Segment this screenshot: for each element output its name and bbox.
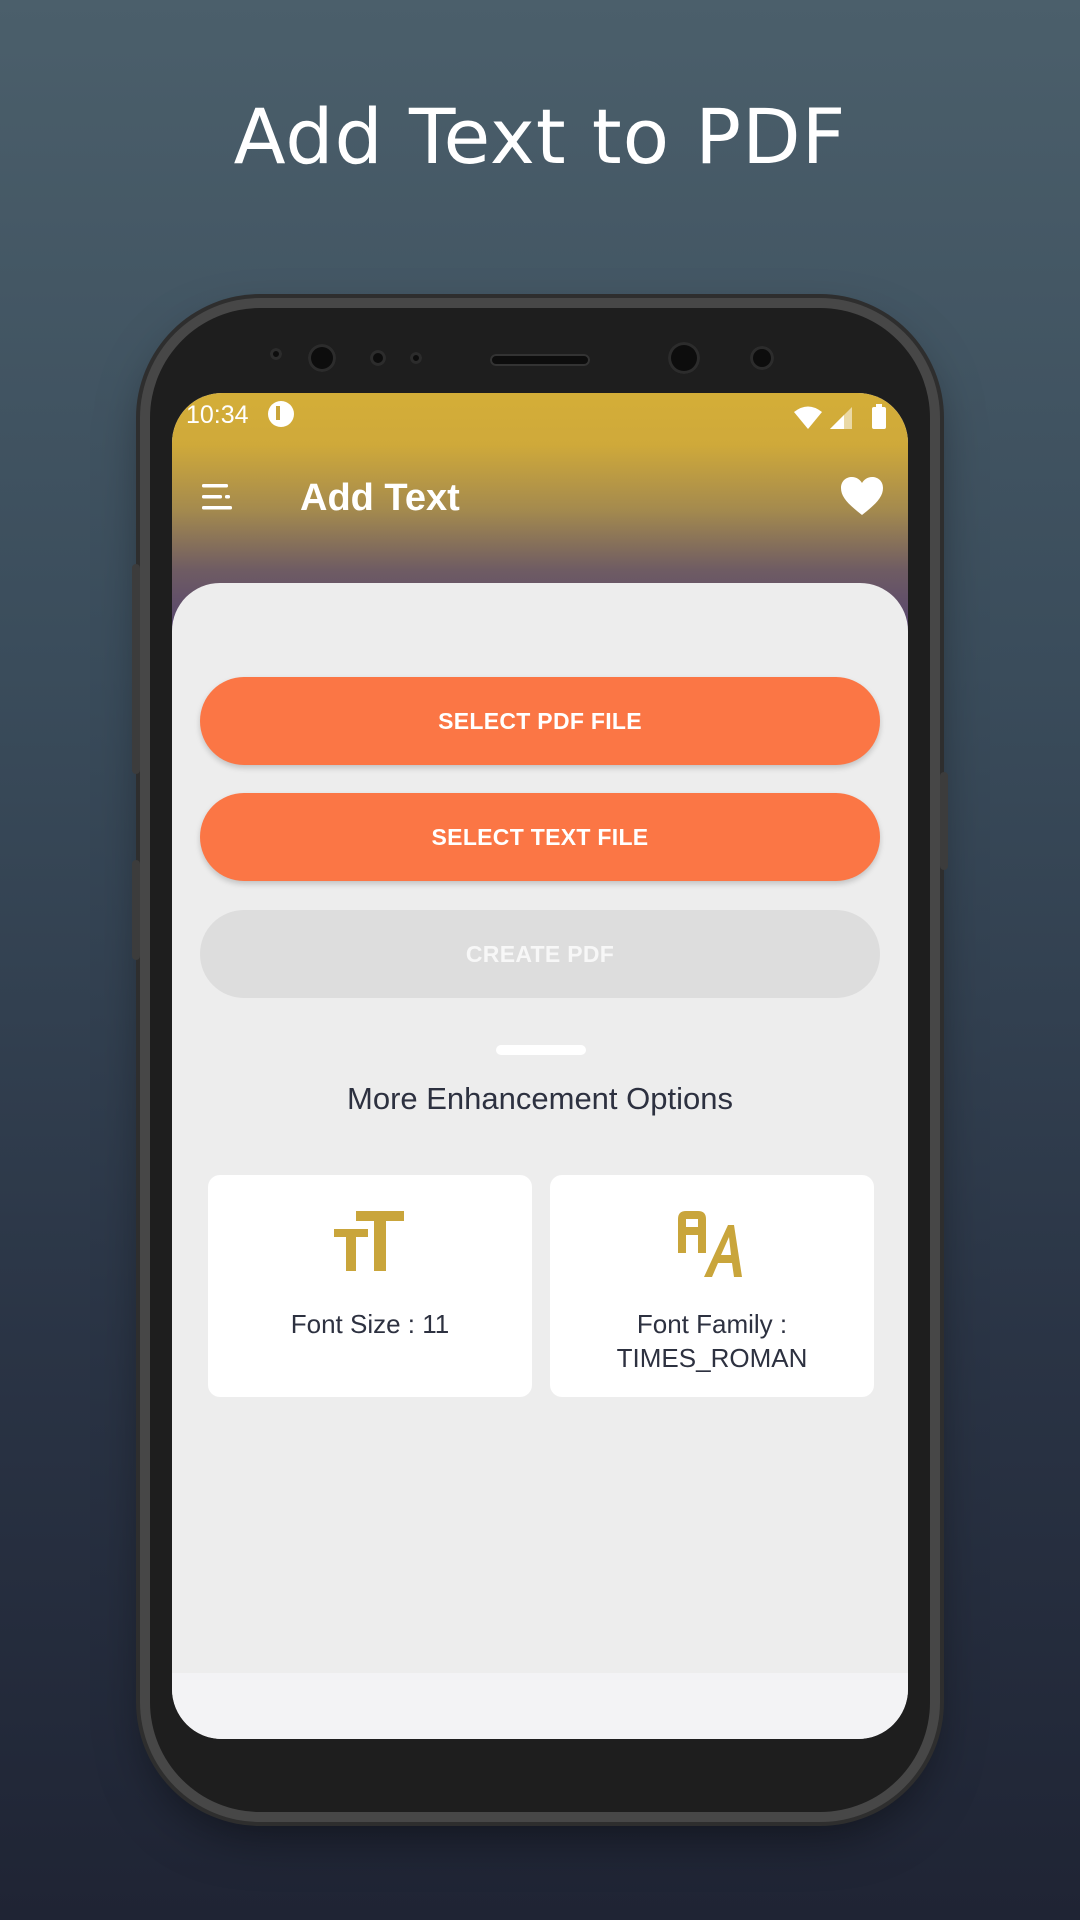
menu-icon: [202, 484, 232, 510]
heart-icon: [841, 477, 883, 515]
favorite-button[interactable]: [838, 473, 886, 521]
navigation-bar-area: [172, 1673, 908, 1739]
status-bar: 10:34: [172, 393, 908, 443]
status-time: 10:34: [186, 401, 249, 429]
main-content: SELECT PDF FILE SELECT TEXT FILE CREATE …: [172, 583, 908, 1673]
wifi-icon: [794, 406, 822, 429]
font-size-option[interactable]: Font Size : 11: [208, 1175, 532, 1397]
sensor-dot: [270, 348, 282, 360]
front-camera-left: [308, 344, 336, 372]
font-size-icon: [208, 1209, 532, 1279]
font-family-icon: [550, 1209, 874, 1279]
bottom-sheet-handle[interactable]: [496, 1045, 586, 1055]
phone-screen: 10:34 Add Text SELECT PDF FILE SELECT TE…: [172, 393, 908, 1739]
font-size-label: Font Size : 11: [290, 1309, 450, 1339]
select-pdf-button[interactable]: SELECT PDF FILE: [200, 677, 880, 765]
promo-headline: Add Text to PDF: [233, 92, 847, 181]
front-camera-right: [668, 342, 700, 374]
signal-icon: [830, 407, 852, 429]
earpiece-speaker: [490, 354, 590, 366]
sensor-dot: [370, 350, 386, 366]
font-family-option[interactable]: Font Family : TIMES_ROMAN: [550, 1175, 874, 1397]
power-button: [940, 772, 948, 870]
app-notification-icon: [268, 401, 294, 427]
battery-icon: [872, 404, 886, 429]
app-bar: Add Text: [172, 443, 908, 553]
phone-frame: 10:34 Add Text SELECT PDF FILE SELECT TE…: [132, 308, 948, 1812]
volume-down-button: [132, 860, 140, 960]
select-text-button[interactable]: SELECT TEXT FILE: [200, 793, 880, 881]
volume-up-button: [132, 564, 140, 774]
sensor-dot: [410, 352, 422, 364]
enhancement-section-title: More Enhancement Options: [347, 1081, 733, 1116]
menu-button[interactable]: [198, 475, 242, 519]
create-pdf-button: CREATE PDF: [200, 910, 880, 998]
font-family-label: Font Family : TIMES_ROMAN: [616, 1309, 808, 1373]
sensor-dot: [750, 346, 774, 370]
page-title: Add Text: [300, 477, 460, 519]
status-icons: [794, 403, 894, 433]
